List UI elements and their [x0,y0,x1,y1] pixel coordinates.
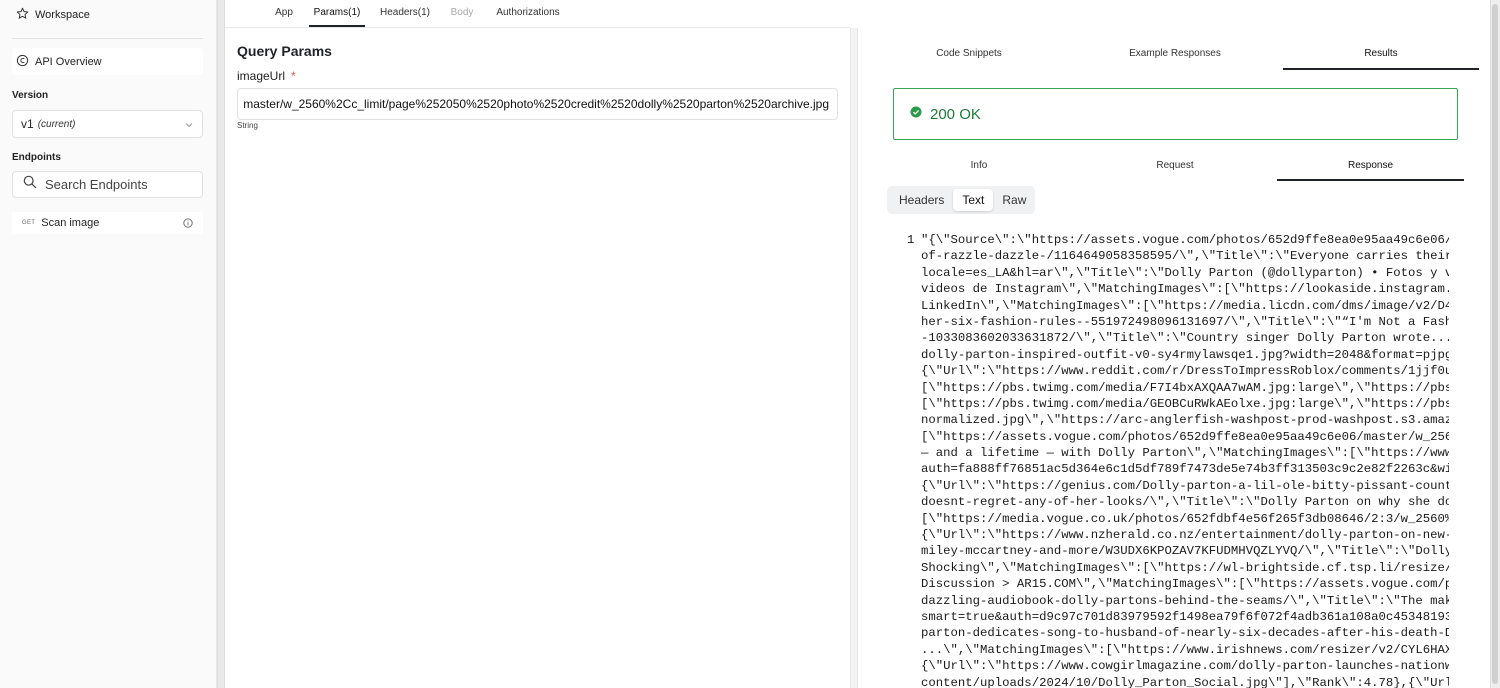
response-line: {\"Url\":\"https://www.nzherald.co.nz/en… [921,528,1449,543]
sidebar-divider [12,38,203,39]
response-line: dolly-parton-inspired-outfit-v0-sy4rmyla… [921,347,1449,362]
param-label: imageUrl * [237,69,296,83]
endpoint-label: Scan image [41,217,100,229]
tab-app[interactable]: App [269,0,299,27]
version-select[interactable]: v1 (current) [12,110,203,138]
response-line: -1033083602033631872/\",\"Title\":\"Coun… [921,331,1449,346]
view-toggle: Headers Text Raw [887,186,1035,214]
response-line: [\"https://media.vogue.co.uk/photos/652f… [921,511,1449,526]
chevron-down-icon [184,119,194,129]
response-line: smart=true&auth=d9c97c701d83979592f1498e… [921,609,1449,624]
sidebar: Workspace API Overview Version v1 (curre… [0,0,217,688]
response-line: Shocking\",\"MatchingImages\":[\"https:/… [921,560,1449,575]
response-line: [\"https://pbs.twimg.com/media/GEOBCuRWk… [921,396,1449,411]
response-line: {\"Url\":\"https://www.cowgirlmagazine.c… [921,659,1449,674]
toggle-text[interactable]: Text [953,189,994,211]
page-scrollbar[interactable] [1490,0,1500,688]
tab-body[interactable]: Body [445,0,479,27]
response-line: Discussion > AR15.COM\",\"MatchingImages… [921,577,1449,592]
endpoint-method: GET [22,220,36,226]
toggle-raw[interactable]: Raw [993,189,1035,211]
response-line: her-six-fashion-rules--55197249809613169… [921,314,1449,329]
star-icon [16,7,29,23]
panel-resize-handle[interactable] [850,28,858,688]
response-line: auth=fa888ff76851ac5d364e6c1d5df789f7473… [921,462,1449,477]
param-name: imageUrl [237,69,286,83]
response-line: ...\",\"MatchingImages\":[\"https://www.… [921,642,1449,657]
response-line: [\"https://pbs.twimg.com/media/F7I4bxAXQ… [921,380,1449,395]
tab-info[interactable]: Info [893,152,1065,181]
search-endpoints-box[interactable] [12,171,203,198]
toggle-headers[interactable]: Headers [890,189,953,211]
image-url-input[interactable]: master/w_2560%2Cc_limit/page%252050%2520… [237,88,838,120]
response-line: dazzling-audiobook-dolly-partons-behind-… [921,593,1449,608]
line-number: 1 [907,233,915,247]
endpoints-label: Endpoints [12,152,61,163]
response-line: normalized.jpg\",\"https://arc-anglerfis… [921,413,1449,428]
tab-request[interactable]: Request [1090,152,1260,181]
response-line: of-razzle-dazzle-/1164649058358595/\",\"… [921,249,1449,264]
status-text: 200 OK [930,105,981,123]
response-line: locale=es_LA&hl=ar\",\"Title\":\"Dolly P… [921,265,1449,280]
circle-c-icon [16,54,29,70]
response-body[interactable]: 1 "{\"Source\":\"https://assets.vogue.co… [893,232,1449,688]
response-line: {\"Url\":\"https://www.reddit.com/r/Dres… [921,364,1449,379]
search-icon [23,175,37,194]
response-line: videos de Instagram\",\"MatchingImages\"… [921,282,1449,297]
response-text[interactable]: "{\"Source\":\"https://assets.vogue.com/… [921,232,1449,688]
response-line: — and a lifetime — with Dolly Parton\",\… [921,446,1449,461]
image-url-value[interactable]: master/w_2560%2Cc_limit/page%252050%2520… [243,97,829,111]
info-icon[interactable] [183,218,193,228]
tab-params[interactable]: Params(1) [309,0,365,27]
endpoint-item-scan-image[interactable]: GET Scan image [12,212,203,234]
response-line: miley-mccartney-and-more/W3UDX6KPOZAV7KF… [921,544,1449,559]
version-value: v1 [21,117,34,131]
param-type-label: String [237,121,258,130]
tab-results[interactable]: Results [1283,40,1479,70]
api-overview-link[interactable]: API Overview [12,48,203,75]
workspace-link[interactable]: Workspace [16,7,90,23]
version-label: Version [12,90,49,101]
sidebar-scrollbar[interactable] [217,0,225,688]
tab-authorizations[interactable]: Authorizations [489,0,567,27]
response-line: doesnt-regret-any-of-her-looks/\",\"Titl… [921,495,1449,510]
version-current: (current) [37,118,76,130]
tab-response[interactable]: Response [1277,152,1464,181]
tab-headers[interactable]: Headers(1) [375,0,435,27]
search-endpoints-input[interactable] [45,177,185,192]
tab-example-responses[interactable]: Example Responses [1080,40,1270,70]
tab-code-snippets[interactable]: Code Snippets [880,40,1058,70]
response-line: [\"https://assets.vogue.com/photos/652d9… [921,429,1449,444]
response-line: content/uploads/2024/10/Dolly_Parton_Soc… [921,675,1449,688]
scrollbar-thumb[interactable] [1492,4,1498,684]
query-params-title: Query Params [237,43,332,59]
api-overview-label: API Overview [35,55,102,68]
response-line: {\"Url\":\"https://genius.com/Dolly-part… [921,478,1449,493]
check-circle-icon [910,105,922,123]
response-line: "{\"Source\":\"https://assets.vogue.com/… [921,233,1449,247]
response-line: LinkedIn\",\"MatchingImages\":[\"https:/… [921,298,1449,313]
required-mark: * [291,69,296,83]
request-tabs: App Params(1) Headers(1) Body Authorizat… [225,0,850,28]
status-box: 200 OK [893,88,1458,140]
response-line: parton-dedicates-song-to-husband-of-near… [921,626,1449,641]
workspace-label: Workspace [35,9,90,21]
